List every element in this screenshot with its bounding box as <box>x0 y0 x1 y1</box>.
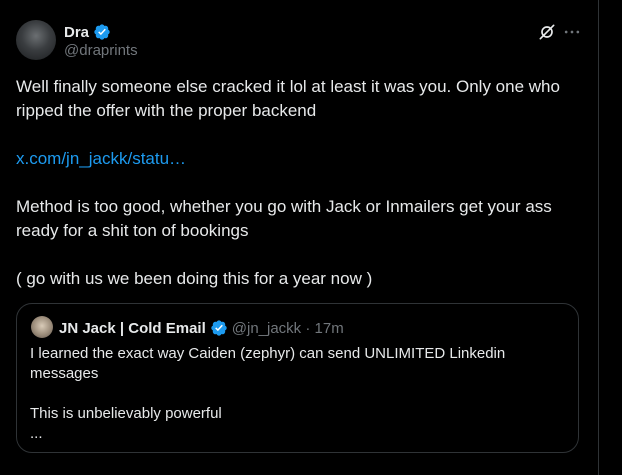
verified-badge-icon <box>94 24 110 40</box>
author-avatar[interactable] <box>16 20 56 60</box>
quoted-paragraph-1: I learned the exact way Caiden (zephyr) … <box>30 345 506 382</box>
post-link[interactable]: x.com/jn_jackk/statu… <box>16 149 186 168</box>
post[interactable]: Dra @draprints Well finally someone else… <box>0 0 598 475</box>
post-text: Well finally someone else cracked it lol… <box>16 75 586 291</box>
post-paragraph-2: Method is too good, whether you go with … <box>16 197 552 240</box>
grok-icon[interactable] <box>537 22 557 42</box>
author-name[interactable]: Dra <box>64 24 89 41</box>
post-paragraph-3: ( go with us we been doing this for a ye… <box>16 269 373 288</box>
post-paragraph-1: Well finally someone else cracked it lol… <box>16 77 560 120</box>
verified-badge-icon <box>211 320 227 336</box>
quoted-author-name[interactable]: JN Jack | Cold Email <box>59 320 206 337</box>
quoted-header: JN Jack | Cold Email @jn_jackk · 17m <box>59 319 344 337</box>
quoted-author-avatar[interactable] <box>31 316 53 338</box>
quoted-paragraph-2: This is unbelievably powerful <box>30 405 222 422</box>
column-divider <box>598 0 599 475</box>
quoted-ellipsis: ... <box>30 425 43 442</box>
author-handle[interactable]: @draprints <box>64 42 138 59</box>
author-name-row[interactable]: Dra <box>64 23 111 41</box>
quoted-handle-time: @jn_jackk · 17m <box>231 319 344 337</box>
quoted-post[interactable]: JN Jack | Cold Email @jn_jackk · 17m I l… <box>16 303 579 453</box>
quoted-text: I learned the exact way Caiden (zephyr) … <box>30 344 560 444</box>
more-options-icon[interactable] <box>562 22 582 42</box>
